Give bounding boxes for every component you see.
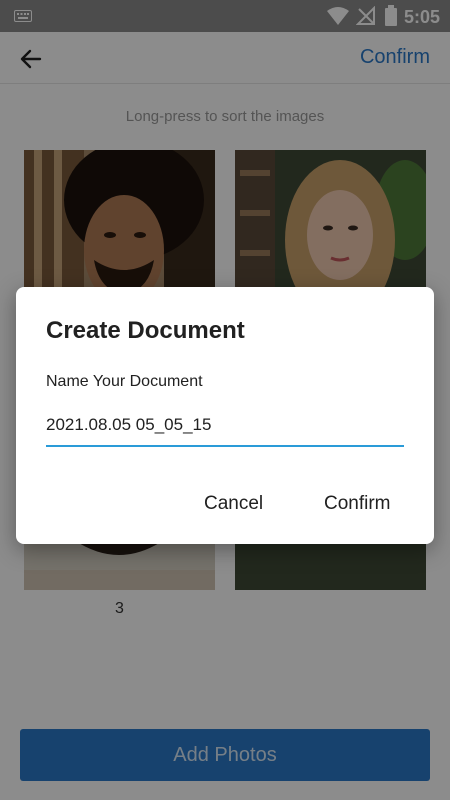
- create-document-dialog: Create Document Name Your Document Cance…: [16, 287, 434, 544]
- dialog-title: Create Document: [46, 317, 245, 344]
- confirm-button[interactable]: Confirm: [324, 493, 391, 515]
- cancel-button[interactable]: Cancel: [204, 493, 263, 515]
- document-name-label: Name Your Document: [46, 373, 203, 390]
- document-name-input[interactable]: [46, 411, 404, 447]
